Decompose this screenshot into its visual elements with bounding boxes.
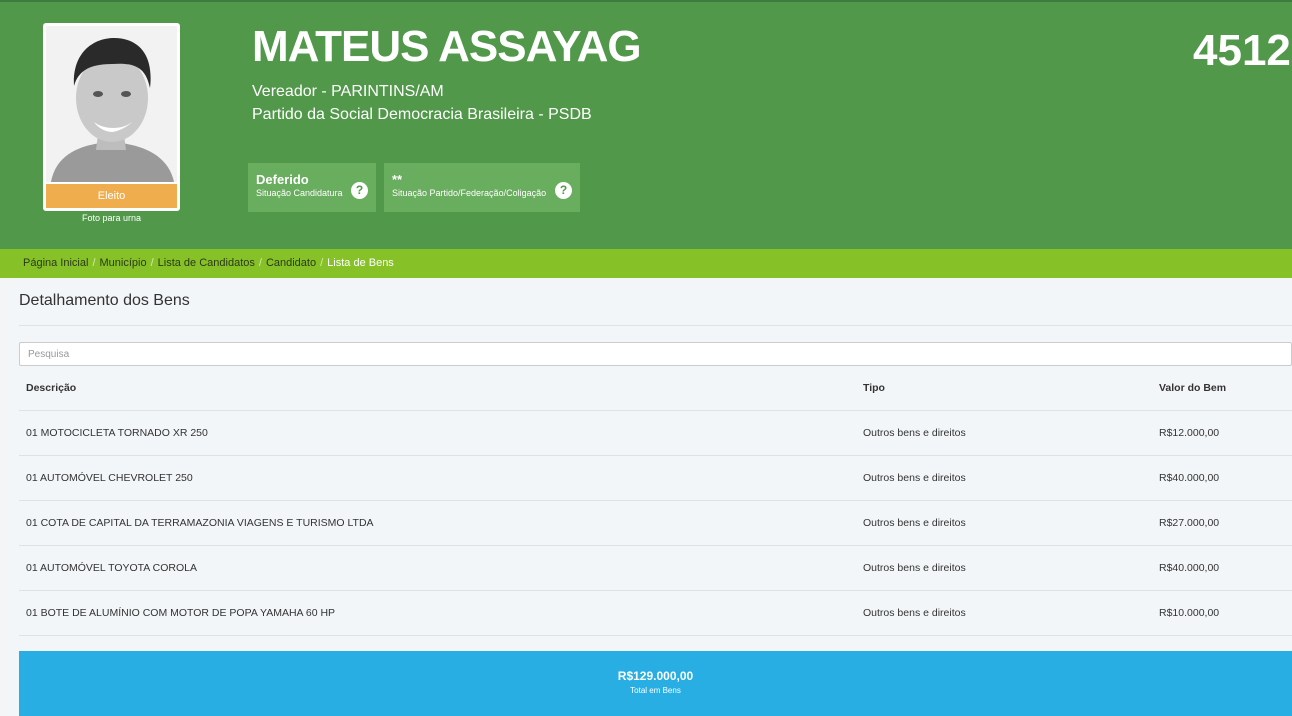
cell-type: Outros bens e direitos	[863, 607, 966, 619]
breadcrumb-municipality[interactable]: Município	[100, 257, 147, 269]
candidacy-status-box: Deferido Situação Candidatura ?	[248, 163, 376, 212]
cell-type: Outros bens e direitos	[863, 517, 966, 529]
table-header-row: Descrição Tipo Valor do Bem	[19, 366, 1292, 411]
cell-type: Outros bens e direitos	[863, 562, 966, 574]
cell-type: Outros bens e direitos	[863, 472, 966, 484]
breadcrumb-candidate[interactable]: Candidato	[266, 257, 316, 269]
cell-description: 01 AUTOMÓVEL CHEVROLET 250	[26, 472, 193, 484]
candidate-photo	[46, 26, 177, 182]
candidate-party: Partido da Social Democracia Brasileira …	[252, 106, 592, 123]
table-row: 01 AUTOMÓVEL CHEVROLET 250 Outros bens e…	[19, 456, 1292, 501]
search-input[interactable]	[19, 342, 1292, 366]
panel-divider	[19, 325, 1292, 326]
table-row: 01 COTA DE CAPITAL DA TERRAMAZONIA VIAGE…	[19, 501, 1292, 546]
cell-description: 01 BOTE DE ALUMÍNIO COM MOTOR DE POPA YA…	[26, 607, 336, 619]
column-header-value[interactable]: Valor do Bem	[1159, 366, 1226, 411]
cell-description: 01 AUTOMÓVEL TOYOTA COROLA	[26, 562, 197, 574]
breadcrumb-separator: /	[150, 257, 154, 269]
table-row: 01 BOTE DE ALUMÍNIO COM MOTOR DE POPA YA…	[19, 591, 1292, 636]
cell-value: R$27.000,00	[1159, 517, 1220, 529]
candidacy-status-value: Deferido	[256, 172, 309, 187]
total-label: Total em Bens	[630, 686, 681, 695]
candidate-header: Eleito Foto para urna MATEUS ASSAYAG 451…	[0, 0, 1292, 249]
table-row: 01 MOTOCICLETA TORNADO XR 250 Outros ben…	[19, 411, 1292, 456]
candidate-name: MATEUS ASSAYAG	[252, 22, 642, 71]
breadcrumb: Página Inicial / Município / Lista de Candid…	[0, 249, 1292, 278]
column-header-description[interactable]: Descrição	[26, 366, 76, 411]
total-amount: R$129.000,00	[617, 669, 694, 683]
cell-description: 01 MOTOCICLETA TORNADO XR 250	[26, 427, 208, 439]
candidate-photo-card: Eleito	[43, 23, 180, 211]
breadcrumb-separator: /	[92, 257, 96, 269]
breadcrumb-separator: /	[320, 257, 324, 269]
table-row: 01 AUTOMÓVEL TOYOTA COROLA Outros bens e…	[19, 546, 1292, 591]
photo-caption: Foto para urna	[81, 213, 142, 223]
question-circle-icon[interactable]: ?	[351, 182, 368, 199]
breadcrumb-assets-list: Lista de Bens	[327, 257, 394, 269]
breadcrumb-candidate-list[interactable]: Lista de Candidatos	[158, 257, 255, 269]
party-status-label: Situação Partido/Federação/Coligação	[392, 188, 547, 198]
breadcrumb-home[interactable]: Página Inicial	[23, 257, 88, 269]
candidate-role: Vereador - PARINTINS/AM	[252, 83, 444, 100]
cell-type: Outros bens e direitos	[863, 427, 966, 439]
assets-panel: Detalhamento dos Bens Descrição Tipo Val…	[7, 282, 1292, 716]
column-header-type[interactable]: Tipo	[863, 366, 885, 411]
question-circle-icon[interactable]: ?	[555, 182, 572, 199]
elected-badge: Eleito	[46, 184, 177, 208]
party-status-value: **	[392, 172, 403, 187]
candidate-number: 4512	[1193, 26, 1291, 75]
panel-title: Detalhamento dos Bens	[19, 292, 190, 309]
total-assets-box: R$129.000,00 Total em Bens	[19, 651, 1292, 716]
breadcrumb-separator: /	[258, 257, 262, 269]
cell-value: R$12.000,00	[1159, 427, 1220, 439]
cell-description: 01 COTA DE CAPITAL DA TERRAMAZONIA VIAGE…	[26, 517, 374, 529]
cell-value: R$40.000,00	[1159, 562, 1220, 574]
party-status-box: ** Situação Partido/Federação/Coligação …	[384, 163, 580, 212]
cell-value: R$40.000,00	[1159, 472, 1220, 484]
assets-table: Descrição Tipo Valor do Bem 01 MOTOCICLE…	[19, 366, 1292, 636]
cell-value: R$10.000,00	[1159, 607, 1220, 619]
